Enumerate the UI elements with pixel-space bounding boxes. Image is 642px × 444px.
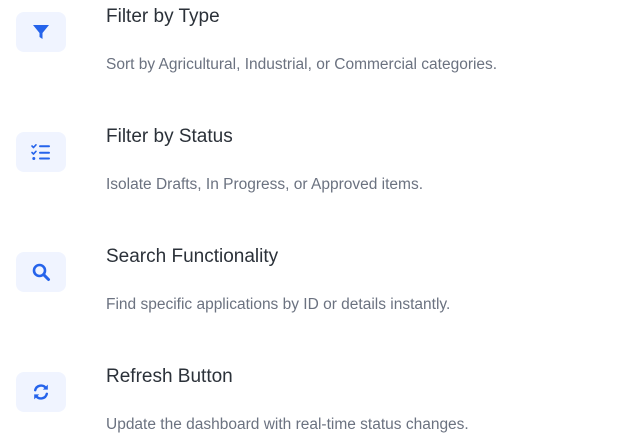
feature-title: Refresh Button [106, 366, 233, 387]
checklist-icon [16, 132, 66, 172]
feature-item-search-functionality: Search Functionality Find specific appli… [16, 240, 636, 330]
feature-item-filter-by-status: Filter by Status Isolate Drafts, In Prog… [16, 120, 636, 210]
feature-description: Sort by Agricultural, Industrial, or Com… [106, 56, 498, 73]
feature-description: Isolate Drafts, In Progress, or Approved… [106, 176, 424, 193]
feature-description: Find specific applications by ID or deta… [106, 296, 451, 313]
refresh-icon [16, 372, 66, 412]
feature-title: Search Functionality [106, 246, 279, 267]
feature-title: Filter by Status [106, 126, 233, 147]
feature-item-refresh-button: Refresh Button Update the dashboard with… [16, 360, 636, 444]
feature-description: Update the dashboard with real-time stat… [106, 416, 469, 433]
feature-item-filter-by-type: Filter by Type Sort by Agricultural, Ind… [16, 0, 636, 90]
feature-title: Filter by Type [106, 6, 220, 27]
search-icon [16, 252, 66, 292]
filter-icon [16, 12, 66, 52]
